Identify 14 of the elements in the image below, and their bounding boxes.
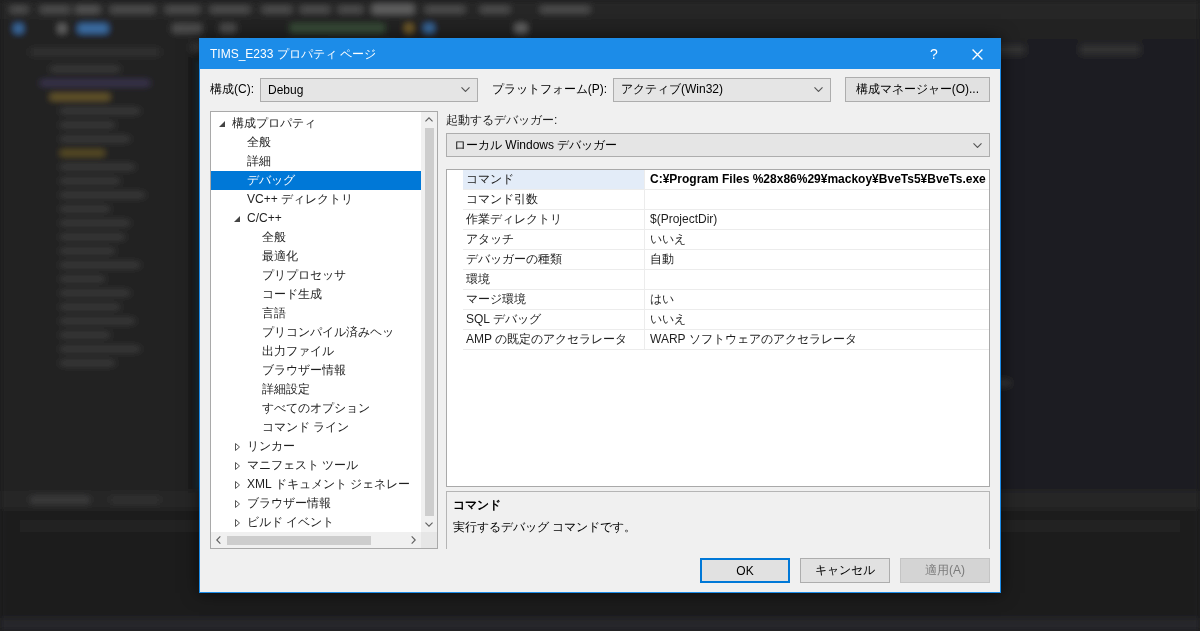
- chevron-down-icon[interactable]: [425, 522, 433, 527]
- chevron-left-icon[interactable]: [216, 536, 221, 544]
- description-title: コマンド: [453, 497, 502, 514]
- tree-item[interactable]: ビルド イベント: [211, 513, 421, 532]
- horizontal-scrollbar[interactable]: [211, 532, 421, 548]
- scrollbar-thumb[interactable]: [227, 535, 371, 545]
- dialog-button[interactable]: OK: [700, 558, 790, 583]
- description-text: 実行するデバッグ コマンドです。: [453, 519, 638, 536]
- hollow-triangle-icon[interactable]: [234, 499, 240, 508]
- dialog-button[interactable]: キャンセル: [800, 558, 890, 583]
- scrollbar-corner: [421, 532, 437, 548]
- hollow-triangle-icon[interactable]: [234, 518, 240, 527]
- tree-item[interactable]: ブラウザー情報: [211, 494, 421, 513]
- chevron-right-icon[interactable]: [411, 536, 416, 544]
